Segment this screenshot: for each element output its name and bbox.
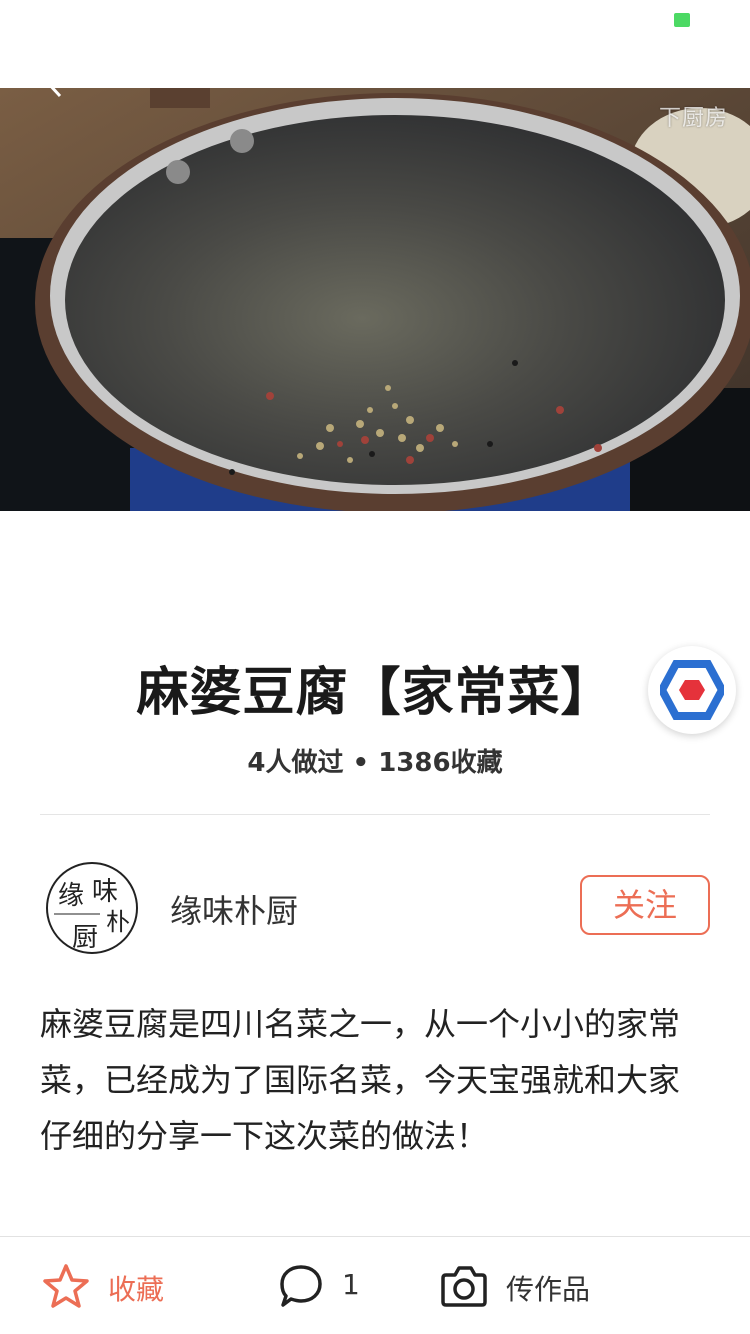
favorite-label: 收藏 [108,1273,165,1306]
author-avatar[interactable]: 缘 味 朴 厨 [46,862,138,954]
section-divider [40,814,710,815]
pan-photo-illustration [0,88,750,511]
watermark-text: 下厨房 [658,106,728,131]
hexagon-logo-icon [660,660,724,720]
avatar-char-1: 缘 [58,881,84,911]
chevron-left-icon[interactable] [40,88,70,98]
bottom-action-bar: 收藏 1 传作品 [0,1236,750,1334]
status-bar [0,0,750,40]
favorite-button[interactable]: 收藏 [40,1237,200,1334]
comment-count: 1 [342,1268,360,1301]
recipe-cover-photo: 下厨房 [0,88,750,511]
recipe-description: 麻婆豆腐是四川名菜之一，从一个小小的家常菜，已经成为了国际名菜，今天宝强就和大家… [40,1005,681,1155]
upload-work-label: 传作品 [506,1273,591,1306]
floating-logo-button[interactable] [648,646,736,734]
recipe-stats: 4人做过 • 1386收藏 [247,748,503,778]
camera-icon [441,1266,487,1307]
follow-button[interactable]: 关注 [580,875,710,935]
comment-bubble-icon [280,1265,322,1307]
comment-button[interactable]: 1 [278,1237,398,1334]
recipe-detail-page: 下厨房 麻婆豆腐【家常菜】 4人做过 • 1386收藏 缘 味 朴 厨 缘味朴厨… [0,0,750,1334]
recipe-title: 麻婆豆腐【家常菜】 [136,663,614,723]
status-indicator-icon [674,13,690,27]
star-icon [43,1264,89,1308]
author-name[interactable]: 缘味朴厨 [170,886,298,932]
author-logo-icon: 缘 味 朴 厨 [54,877,130,953]
upload-work-button[interactable]: 传作品 [440,1237,620,1334]
avatar-char-3: 朴 [106,908,130,936]
avatar-char-2: 味 [92,877,118,907]
avatar-char-4: 厨 [72,923,98,953]
